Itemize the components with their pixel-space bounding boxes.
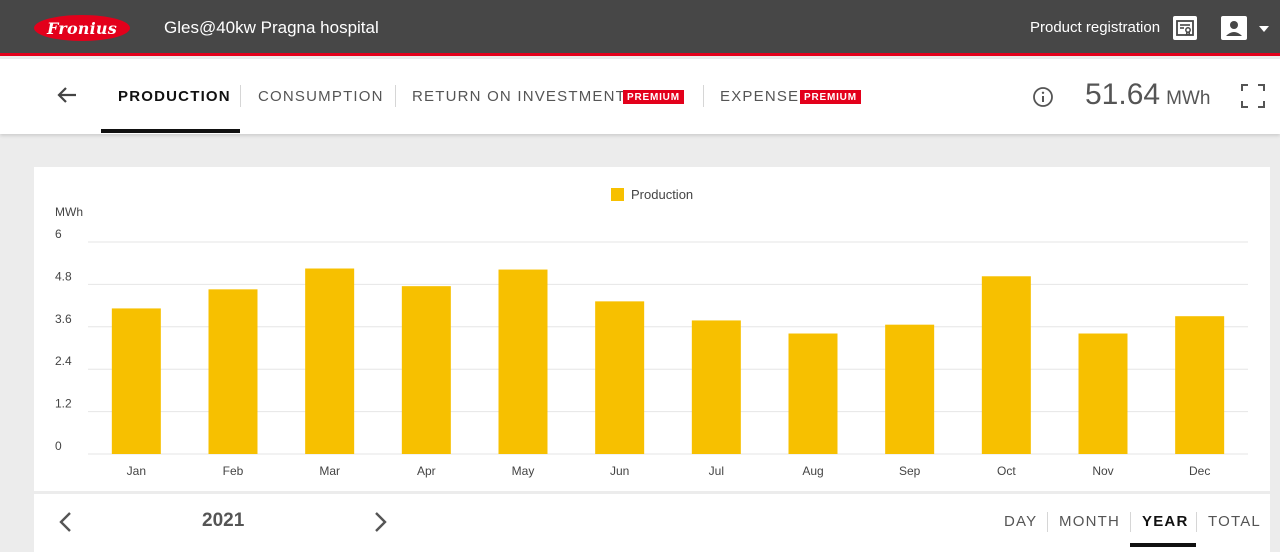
registration-certificate-icon[interactable]	[1173, 16, 1197, 40]
chevron-left-icon[interactable]	[56, 509, 76, 535]
y-axis-label: MWh	[55, 205, 83, 219]
bar-sep[interactable]	[885, 324, 935, 454]
bar-may[interactable]	[498, 269, 548, 454]
active-range-indicator	[1130, 543, 1196, 547]
x-tick-label: Nov	[1092, 464, 1113, 478]
range-divider	[1196, 512, 1197, 532]
total-unit: MWh	[1166, 88, 1211, 109]
tab-divider	[703, 85, 704, 107]
x-tick-label: Dec	[1189, 464, 1210, 478]
premium-badge: PREMIUM	[623, 90, 684, 104]
production-bar-chart: Production MWh 0 1.2 2.4 3.6 4.8 6 Jan Feb Mar A…	[55, 187, 1248, 478]
y-tick-label: 0	[55, 439, 62, 453]
product-registration-link[interactable]: Product registration	[1030, 19, 1160, 36]
chevron-down-icon[interactable]	[1259, 26, 1269, 32]
bar-apr[interactable]	[401, 286, 451, 454]
tab-consumption[interactable]: CONSUMPTION	[258, 88, 384, 105]
bar-aug[interactable]	[788, 333, 838, 454]
tab-divider	[240, 85, 241, 107]
x-tick-label: Mar	[319, 464, 340, 478]
legend-swatch	[611, 188, 624, 201]
period-bar: 2021 DAY MONTH YEAR TOTAL	[34, 494, 1270, 552]
active-tab-indicator	[101, 129, 240, 133]
y-tick-label: 3.6	[55, 312, 72, 326]
tab-bar: PRODUCTION CONSUMPTION RETURN ON INVESTM…	[0, 59, 1280, 134]
range-day[interactable]: DAY	[1004, 513, 1037, 530]
bar-feb[interactable]	[208, 289, 258, 454]
bar-nov[interactable]	[1078, 333, 1128, 454]
range-total[interactable]: TOTAL	[1208, 513, 1261, 530]
y-tick-label: 4.8	[55, 269, 72, 283]
range-divider	[1130, 512, 1131, 532]
premium-badge: PREMIUM	[800, 90, 861, 104]
bar-mar[interactable]	[305, 268, 355, 455]
total-value: 51.64	[1085, 78, 1161, 111]
tab-divider	[395, 85, 396, 107]
chevron-right-icon[interactable]	[370, 509, 390, 535]
y-tick-label: 6	[55, 227, 62, 241]
tab-expense[interactable]: EXPENSE	[720, 88, 799, 105]
range-month[interactable]: MONTH	[1059, 513, 1120, 530]
fronius-logo[interactable]: Fronius	[34, 15, 130, 41]
bar-jan[interactable]	[111, 308, 161, 454]
user-icon[interactable]	[1221, 16, 1247, 40]
y-tick-label: 1.2	[55, 397, 72, 411]
site-title: Gles@40kw Pragna hospital	[164, 18, 379, 37]
tab-production[interactable]: PRODUCTION	[118, 88, 231, 105]
range-divider	[1047, 512, 1048, 532]
logo-text: Fronius	[47, 18, 117, 38]
x-tick-label: Oct	[997, 464, 1016, 478]
x-tick-label: Aug	[802, 464, 823, 478]
top-bar: Fronius Gles@40kw Pragna hospital Produc…	[0, 0, 1280, 56]
x-tick-label: Sep	[899, 464, 921, 478]
selected-year: 2021	[202, 510, 245, 531]
x-tick-label: May	[512, 464, 535, 478]
tab-return-on-investment[interactable]: RETURN ON INVESTMENT	[412, 88, 626, 105]
bar-jun[interactable]	[595, 301, 645, 454]
range-year[interactable]: YEAR	[1142, 513, 1188, 530]
total-production: 51.64 MWh	[1085, 78, 1210, 112]
arrow-left-icon[interactable]	[54, 81, 82, 109]
x-tick-label: Jun	[610, 464, 629, 478]
bar-dec[interactable]	[1175, 316, 1225, 454]
bar-oct[interactable]	[981, 276, 1031, 454]
x-tick-label: Jan	[127, 464, 146, 478]
chart-card: Production MWh 0 1.2 2.4 3.6 4.8 6 Jan Feb Mar A…	[34, 167, 1270, 491]
chart-legend[interactable]: Production	[611, 187, 693, 202]
x-tick-label: Feb	[223, 464, 244, 478]
y-tick-label: 2.4	[55, 354, 72, 368]
legend-label: Production	[631, 187, 693, 202]
fullscreen-icon[interactable]	[1240, 83, 1266, 109]
info-icon[interactable]	[1032, 86, 1054, 108]
x-tick-label: Apr	[417, 464, 436, 478]
bar-jul[interactable]	[691, 320, 741, 454]
x-tick-label: Jul	[709, 464, 724, 478]
